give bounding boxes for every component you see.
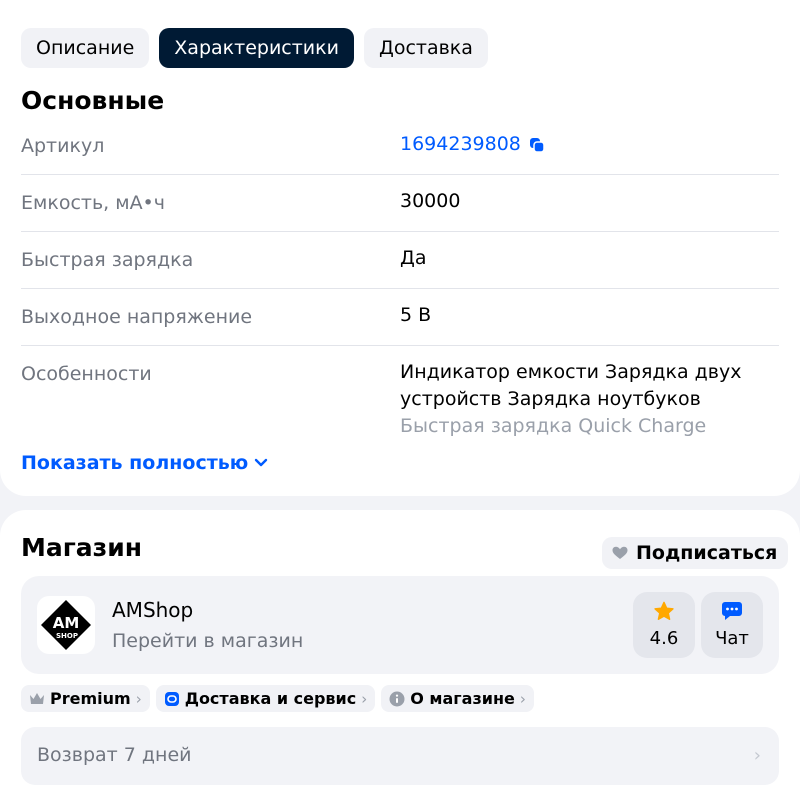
chat-label: Чат [715,628,749,649]
chip-label: Premium [50,689,131,708]
spec-table: Артикул 1694239808 Емкость, мА•ч 30000 Б… [21,118,779,437]
copy-icon[interactable] [529,137,545,153]
product-tabs: Описание Характеристики Доставка [21,28,488,68]
chip-delivery-service[interactable]: Доставка и сервис › [155,685,376,712]
feature-line: Быстрая зарядка Quick Charge [400,415,707,437]
chevron-down-icon [255,458,268,467]
spec-row-capacity: Емкость, мА•ч 30000 [21,175,779,232]
chat-icon [722,602,742,620]
chip-about-store[interactable]: О магазине › [381,685,534,712]
shop-chips: Premium › Доставка и сервис › О магазине… [21,685,534,712]
chevron-right-icon: › [135,689,142,708]
spec-key: Особенности [21,363,152,385]
characteristics-card: Описание Характеристики Доставка Основны… [0,0,800,496]
go-to-store-link[interactable]: Перейти в магазин [112,630,303,652]
tab-characteristics[interactable]: Характеристики [159,28,354,68]
feature-line: Индикатор емкости Зарядка двух [400,361,742,383]
shop-name[interactable]: AMShop [112,598,193,622]
show-more-label: Показать полностью [21,452,249,474]
spec-value: Да [400,247,427,269]
chip-label: Доставка и сервис [184,689,357,708]
svg-text:SHOP: SHOP [56,632,78,640]
delivery-service-icon [164,691,179,706]
show-more-link[interactable]: Показать полностью [21,452,268,474]
shop-logo[interactable]: AM SHOP [37,596,95,654]
feature-line: устройств Зарядка ноутбуков [400,388,701,410]
return-policy[interactable]: Возврат 7 дней › [21,727,779,785]
spec-key: Выходное напряжение [21,306,253,328]
tab-delivery[interactable]: Доставка [363,28,488,68]
subscribe-label: Подписаться [636,542,778,564]
spec-value-features: Индикатор емкости Зарядка двух устройств… [400,359,770,440]
spec-key: Артикул [21,135,105,157]
rating-value: 4.6 [649,628,679,649]
spec-value: 5 В [400,304,432,326]
spec-row-article: Артикул 1694239808 [21,118,779,175]
specs-title: Основные [21,86,165,115]
article-number[interactable]: 1694239808 [400,131,770,158]
amshop-logo: AM SHOP [41,600,91,650]
chevron-right-icon: › [519,689,526,708]
crown-icon [30,693,44,704]
svg-text:AM: AM [53,614,80,632]
info-icon [389,691,405,706]
spec-row-fast-charge: Быстрая зарядка Да [21,232,779,289]
spec-key: Быстрая зарядка [21,249,194,271]
heart-icon [612,546,628,559]
tab-description[interactable]: Описание [21,28,150,68]
chat-button[interactable]: Чат [701,592,763,658]
star-icon [654,601,674,620]
chevron-right-icon: › [753,745,761,766]
chip-premium[interactable]: Premium › [21,685,150,712]
spec-key: Емкость, мА•ч [21,192,165,214]
rating-button[interactable]: 4.6 [633,592,695,658]
spec-value: 30000 [400,190,461,212]
shop-title: Магазин [21,533,142,562]
spec-row-features: Особенности Индикатор емкости Зарядка дв… [21,346,779,437]
chip-label: О магазине [410,689,515,708]
article-value: 1694239808 [400,133,521,155]
shop-info: AM SHOP AMShop Перейти в магазин 4.6 Чат [21,576,779,674]
chevron-right-icon: › [361,689,368,708]
return-policy-label: Возврат 7 дней [37,744,192,766]
spec-row-voltage: Выходное напряжение 5 В [21,289,779,346]
subscribe-button[interactable]: Подписаться [602,537,789,569]
